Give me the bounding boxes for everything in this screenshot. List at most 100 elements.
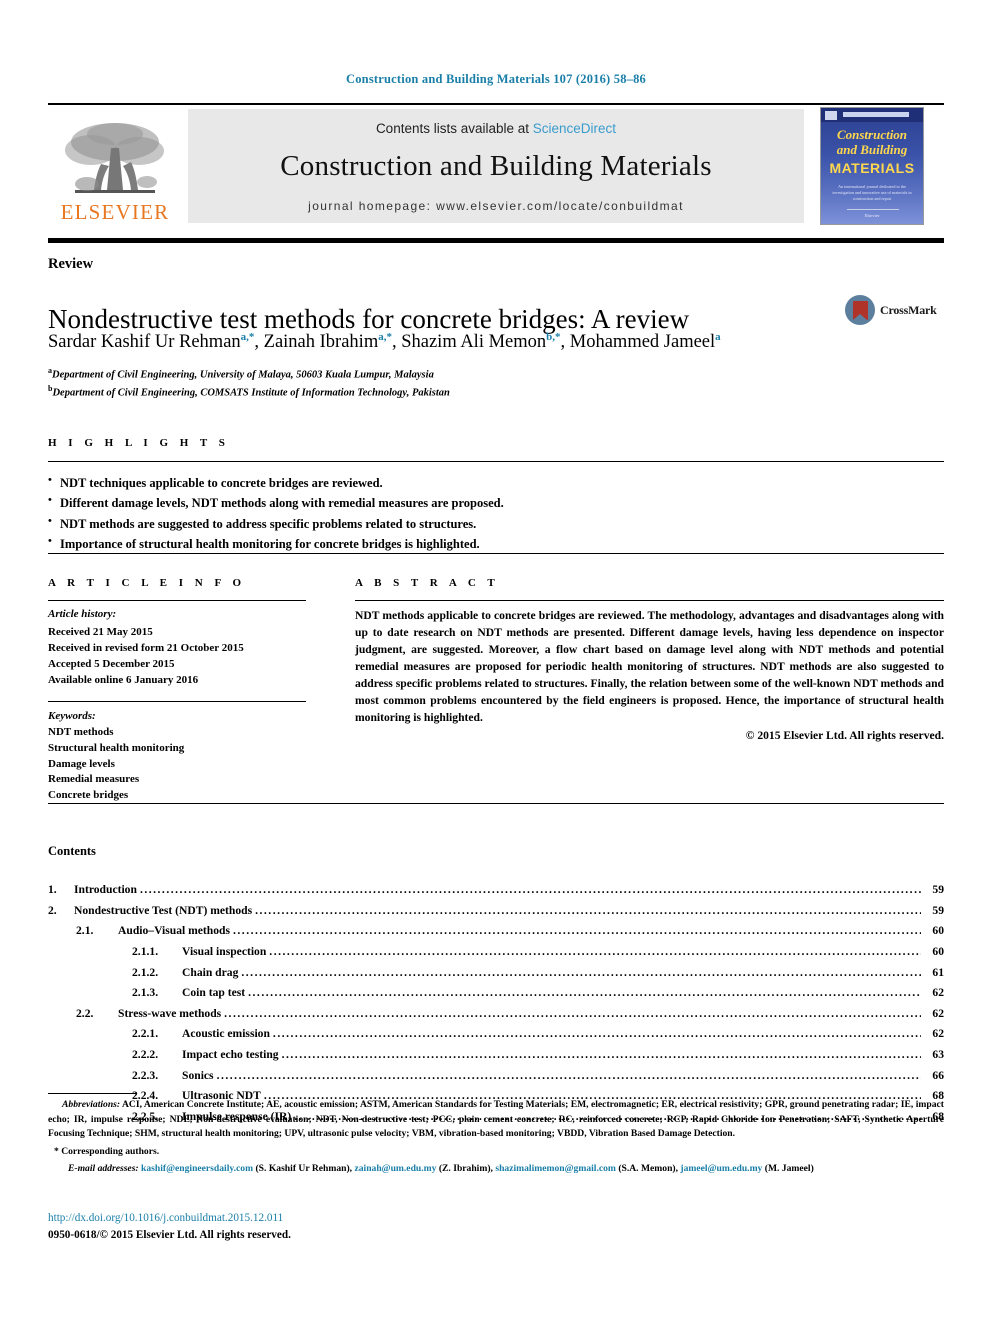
table-of-contents: 1. Introduction..........................… bbox=[48, 880, 944, 1128]
abbreviations-text: ACI, American Concrete Institute; AE, ac… bbox=[48, 1099, 944, 1140]
abstract-copyright: © 2015 Elsevier Ltd. All rights reserved… bbox=[745, 729, 944, 743]
toc-entry[interactable]: 2.2.1. Acoustic emission.................… bbox=[48, 1024, 944, 1045]
toc-entry[interactable]: 2.1.1. Visual inspection.................… bbox=[48, 942, 944, 963]
elsevier-wordmark: ELSEVIER bbox=[60, 200, 170, 224]
article-info-bottom-rule bbox=[48, 803, 944, 804]
toc-leader-dots: ........................................… bbox=[224, 1006, 921, 1020]
toc-entry-number: 2.2. bbox=[76, 1006, 94, 1020]
toc-entry-label: Nondestructive Test (NDT) methods bbox=[74, 903, 253, 917]
article-history-item: Available online 6 January 2016 bbox=[48, 673, 199, 686]
toc-entry-page: 61 bbox=[932, 965, 944, 979]
journal-title: Construction and Building Materials bbox=[280, 150, 712, 182]
article-info-mid-rule bbox=[48, 700, 306, 702]
author-affiliation-mark: a,* bbox=[240, 331, 255, 343]
cover-blurb: An international journal dedicated to th… bbox=[832, 183, 912, 202]
toc-leader-dots: ........................................… bbox=[272, 1027, 921, 1041]
journal-cover-thumbnail: Construction and Building MATERIALS An i… bbox=[820, 107, 924, 225]
toc-entry[interactable]: 2.1. Audio–Visual methods................… bbox=[48, 921, 944, 942]
email-addresses-label: E-mail addresses: bbox=[68, 1163, 139, 1175]
elsevier-logo: ELSEVIER bbox=[48, 109, 182, 223]
toc-entry-page: 60 bbox=[932, 944, 944, 958]
toc-entry[interactable]: 2.2.3. Sonics............................… bbox=[48, 1066, 944, 1087]
article-history-item: Received in revised form 21 October 2015 bbox=[48, 641, 244, 654]
author-name: Mohammed Jameel bbox=[569, 332, 716, 353]
journal-masthead: ELSEVIER Contents lists available at Sci… bbox=[48, 103, 944, 225]
cover-line-3: MATERIALS bbox=[829, 159, 915, 176]
toc-leader-dots: ........................................… bbox=[216, 1068, 921, 1082]
footnotes: Abbreviations: ACI, American Concrete In… bbox=[48, 1098, 944, 1177]
toc-entry-page: 62 bbox=[932, 1006, 944, 1020]
email-link[interactable]: kashif@engineersdaily.com bbox=[141, 1163, 253, 1174]
email-link[interactable]: zainah@um.edu.my bbox=[354, 1163, 436, 1174]
cover-footer: Elsevier bbox=[864, 213, 880, 218]
toc-entry-label: Coin tap test bbox=[182, 986, 246, 1000]
toc-entry-page: 63 bbox=[932, 1048, 944, 1061]
author-name: Sardar Kashif Ur Rehman bbox=[48, 332, 241, 353]
article-info-rule bbox=[48, 600, 306, 601]
crossmark-badge[interactable]: CrossMark bbox=[845, 292, 941, 328]
abbreviations-label: Abbreviations: bbox=[62, 1099, 121, 1110]
highlight-item: Importance of structural health monitori… bbox=[48, 533, 928, 554]
keyword-item: Remedial measures bbox=[48, 773, 140, 786]
toc-entry[interactable]: 2.2.2. Impact echo testing...............… bbox=[48, 1045, 944, 1066]
email-owner: (Z. Ibrahim), bbox=[436, 1163, 493, 1175]
toc-entry[interactable]: 2.1.2. Chain drag........................… bbox=[48, 963, 944, 984]
author-name: Zainah Ibrahim bbox=[263, 332, 379, 353]
author-list: Sardar Kashif Ur Rehmana,*, Zainah Ibrah… bbox=[48, 331, 721, 353]
toc-entry-number: 2.2.2. bbox=[132, 1048, 159, 1061]
toc-entry-page: 59 bbox=[932, 903, 944, 917]
email-link[interactable]: shazimalimemon@gmail.com bbox=[495, 1163, 616, 1174]
author-affiliation-mark: a bbox=[715, 331, 721, 343]
toc-entry-number: 2.2.1. bbox=[132, 1027, 159, 1041]
toc-entry-page: 66 bbox=[932, 1068, 944, 1082]
elsevier-tree-icon bbox=[65, 123, 164, 193]
toc-entry-number: 2. bbox=[48, 903, 57, 917]
toc-entry[interactable]: 2.2. Stress-wave methods.................… bbox=[48, 1004, 944, 1025]
email-link[interactable]: jameel@um.edu.my bbox=[680, 1163, 762, 1174]
toc-entry-page: 59 bbox=[932, 883, 944, 896]
footnote-rule bbox=[48, 1093, 136, 1094]
keyword-item: Concrete bridges bbox=[48, 789, 129, 802]
issn-copyright-line: 0950-0618/© 2015 Elsevier Ltd. All right… bbox=[48, 1229, 291, 1241]
contents-available-line: Contents lists available at ScienceDirec… bbox=[376, 121, 616, 136]
keywords-list: NDT methods Structural health monitoring D… bbox=[48, 725, 310, 805]
keywords-label: Keywords: bbox=[48, 709, 96, 722]
toc-entry-label: Stress-wave methods bbox=[118, 1006, 222, 1020]
toc-entry-label: Introduction bbox=[74, 883, 137, 896]
toc-entry-label: Visual inspection bbox=[182, 944, 267, 958]
toc-leader-dots: ........................................… bbox=[248, 986, 921, 1000]
article-history-label: Article history: bbox=[48, 608, 117, 620]
toc-entry-label: Sonics bbox=[182, 1068, 214, 1082]
highlights-heading: H I G H L I G H T S bbox=[48, 437, 230, 449]
highlight-item: NDT techniques applicable to concrete br… bbox=[48, 472, 928, 493]
email-address-list: kashif@engineersdaily.com (S. Kashif Ur … bbox=[141, 1163, 814, 1174]
highlight-item: Different damage levels, NDT methods alo… bbox=[48, 492, 928, 513]
highlights-rule bbox=[48, 461, 944, 462]
abstract-rule bbox=[355, 600, 944, 601]
toc-entry[interactable]: 2.1.3. Coin tap test.....................… bbox=[48, 983, 944, 1004]
affiliation: aDepartment of Civil Engineering, Univer… bbox=[48, 366, 434, 381]
journal-article-first-page: Construction and Building Materials 107 … bbox=[0, 0, 992, 1323]
crossmark-icon bbox=[845, 295, 875, 325]
highlights-list: NDT techniques applicable to concrete br… bbox=[48, 472, 928, 554]
toc-entry-number: 2.1.3. bbox=[132, 986, 159, 1000]
abstract-text: NDT methods applicable to concrete bridg… bbox=[355, 609, 944, 725]
masthead-top-rule bbox=[48, 103, 944, 105]
sciencedirect-link[interactable]: ScienceDirect bbox=[533, 121, 616, 136]
toc-entry[interactable]: 2. Nondestructive Test (NDT) methods.....… bbox=[48, 901, 944, 922]
author-affiliation-mark: a,* bbox=[378, 331, 392, 343]
doi-link[interactable]: http://dx.doi.org/10.1016/j.conbuildmat.… bbox=[48, 1212, 283, 1224]
cover-line-1: Construction bbox=[836, 127, 908, 142]
toc-leader-dots: ........................................… bbox=[139, 883, 921, 896]
email-owner: (M. Jameel) bbox=[762, 1163, 814, 1175]
toc-entry-number: 2.1.2. bbox=[132, 965, 159, 979]
toc-entry[interactable]: 1. Introduction..........................… bbox=[48, 880, 944, 901]
cover-divider bbox=[847, 209, 899, 210]
toc-entry-number: 2.1. bbox=[76, 924, 94, 938]
journal-homepage[interactable]: journal homepage: www.elsevier.com/locat… bbox=[308, 199, 684, 213]
toc-entry-number: 2.1.1. bbox=[132, 944, 159, 958]
article-info-body: Article history: Received 21 May 2015 Rec… bbox=[48, 607, 310, 804]
keyword-item: Structural health monitoring bbox=[48, 741, 185, 754]
highlight-item: NDT methods are suggested to address spe… bbox=[48, 512, 928, 534]
toc-entry-page: 60 bbox=[932, 924, 944, 938]
